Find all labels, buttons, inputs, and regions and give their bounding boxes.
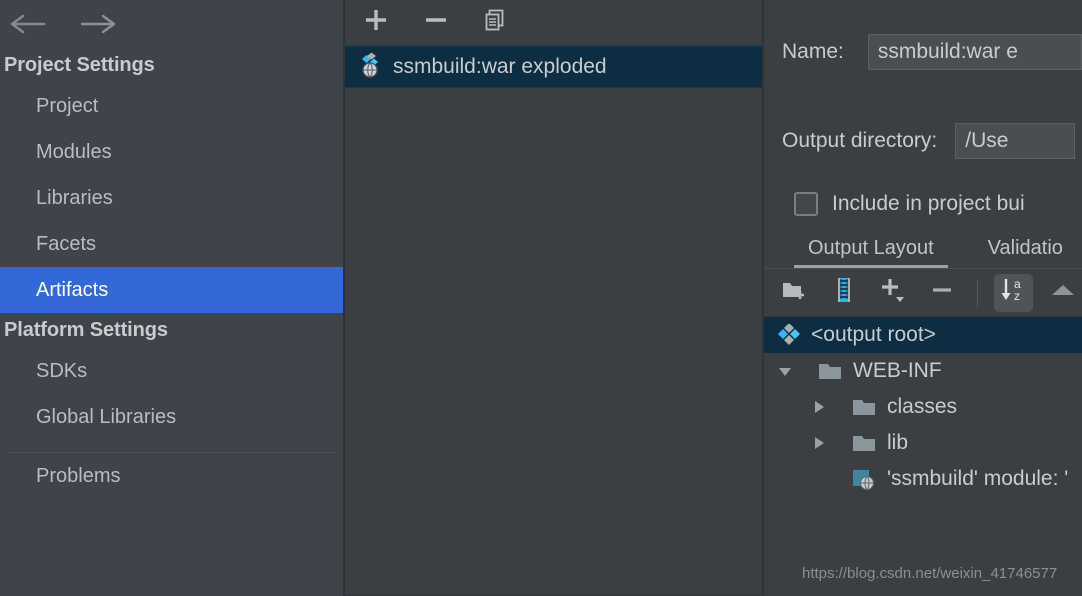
tab-output-layout[interactable]: Output Layout	[794, 235, 948, 269]
output-layout-toolbar: a z	[764, 269, 1082, 317]
sidebar-item-facets[interactable]: Facets	[0, 221, 344, 267]
module-web-icon	[852, 468, 878, 490]
minus-icon	[423, 7, 449, 38]
output-directory-field-row: Output directory: /Use	[764, 123, 1082, 159]
folder-icon	[852, 432, 878, 454]
arrow-right-icon	[80, 12, 120, 36]
remove-element-button[interactable]	[923, 274, 962, 312]
tree-row[interactable]: 'ssmbuild' module: '	[764, 461, 1082, 497]
tree-row-label: 'ssmbuild' module: '	[887, 467, 1069, 490]
sidebar-group-title-project-settings: Project Settings	[4, 54, 155, 76]
new-folder-icon	[781, 277, 809, 308]
sidebar-item-sdks[interactable]: SDKs	[0, 348, 344, 394]
folder-icon	[818, 360, 844, 382]
tree-row[interactable]: WEB-INF	[764, 353, 1082, 389]
add-artifact-button[interactable]	[355, 5, 397, 41]
artifact-list-item[interactable]: ssmbuild:war exploded	[345, 46, 762, 88]
toolbar-separator	[977, 278, 979, 307]
minus-icon	[929, 277, 955, 308]
settings-dialog: Project Settings Project Modules Librari…	[0, 0, 1082, 596]
tree-row-label: lib	[887, 431, 909, 454]
artifact-web-icon	[355, 51, 383, 84]
artifact-details-panel: Name: ssmbuild:war e Output directory: /…	[762, 0, 1082, 596]
include-in-project-build-label: Include in project bui	[832, 192, 1025, 215]
remove-artifact-button[interactable]	[415, 5, 457, 41]
name-field-row: Name: ssmbuild:war e	[764, 34, 1082, 70]
chevron-right-icon[interactable]	[808, 432, 830, 454]
sidebar-group-title-platform-settings: Platform Settings	[4, 319, 168, 341]
forward-button[interactable]	[78, 7, 122, 41]
chevron-down-icon[interactable]	[774, 360, 796, 382]
archive-icon	[831, 276, 857, 309]
include-in-project-build-row[interactable]: Include in project bui	[764, 192, 1082, 216]
details-tabs: Output Layout Validatio	[764, 235, 1082, 269]
artifacts-list-panel: ssmbuild:war exploded	[344, 0, 762, 596]
create-archive-button[interactable]	[825, 274, 864, 312]
folder-icon	[852, 396, 878, 418]
sidebar-item-libraries[interactable]: Libraries	[0, 175, 344, 221]
name-input[interactable]: ssmbuild:war e	[867, 34, 1082, 70]
plus-icon	[363, 7, 389, 38]
sidebar-navigation	[0, 0, 344, 48]
svg-text:z: z	[1014, 289, 1020, 303]
copy-artifact-button[interactable]	[475, 5, 517, 41]
output-directory-label: Output directory:	[782, 129, 938, 152]
tree-row-label: classes	[887, 395, 958, 418]
include-in-project-build-checkbox[interactable]	[794, 192, 818, 216]
tree-row-label: <output root>	[811, 323, 936, 346]
arrow-left-icon	[10, 12, 50, 36]
add-element-button[interactable]	[874, 274, 913, 312]
back-button[interactable]	[8, 7, 52, 41]
sidebar-item-global-libraries[interactable]: Global Libraries	[0, 394, 344, 440]
sidebar-item-modules[interactable]: Modules	[0, 129, 344, 175]
output-directory-input[interactable]: /Use	[955, 123, 1076, 159]
artifact-root-icon	[776, 323, 802, 346]
copy-icon	[483, 7, 509, 38]
triangle-up-icon	[1049, 280, 1077, 305]
sidebar-item-project[interactable]: Project	[0, 83, 344, 129]
tree-row[interactable]: classes	[764, 389, 1082, 425]
name-label: Name:	[782, 40, 844, 63]
settings-sidebar: Project Settings Project Modules Librari…	[0, 0, 344, 596]
tabs-underline	[764, 268, 1082, 269]
artifact-list-item-label: ssmbuild:war exploded	[393, 55, 607, 78]
move-up-button[interactable]	[1043, 274, 1082, 312]
tree-row-label: WEB-INF	[853, 359, 942, 382]
sort-az-icon: a z	[998, 275, 1030, 310]
watermark-text: https://blog.csdn.net/weixin_41746577	[802, 565, 1058, 582]
tree-row[interactable]: lib	[764, 425, 1082, 461]
tab-validation[interactable]: Validatio	[974, 235, 1077, 269]
sort-alphabetically-button[interactable]: a z	[994, 273, 1034, 312]
create-directory-button[interactable]	[776, 274, 815, 312]
chevron-right-icon[interactable]	[808, 396, 830, 418]
tree-row[interactable]: <output root>	[764, 317, 1082, 353]
output-layout-tree: <output root> WEB-INF classes lib 'ssmbu…	[764, 317, 1082, 497]
sidebar-item-artifacts[interactable]: Artifacts	[0, 267, 344, 313]
sidebar-item-problems[interactable]: Problems	[0, 453, 344, 499]
artifacts-toolbar	[345, 0, 762, 46]
plus-dropdown-icon	[877, 275, 909, 310]
